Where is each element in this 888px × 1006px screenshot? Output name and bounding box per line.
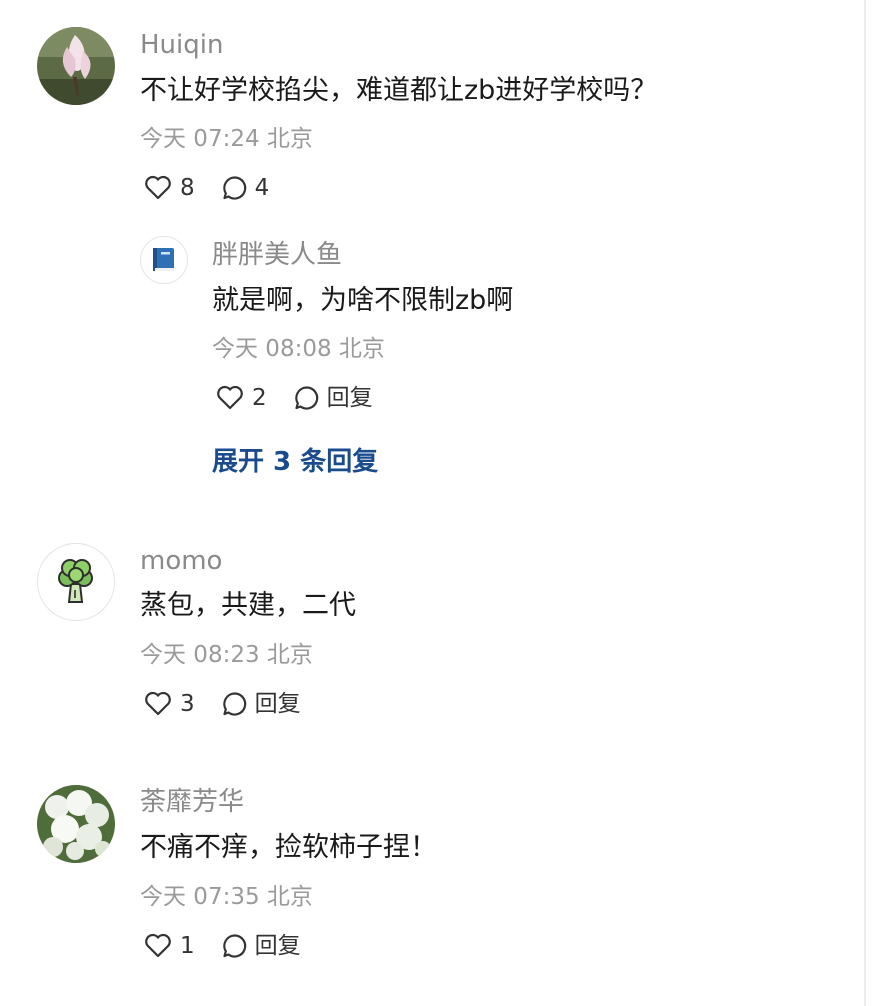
avatar[interactable]	[140, 236, 188, 284]
comment-author[interactable]: Huiqin	[140, 28, 223, 62]
reply-label: 回复	[254, 933, 301, 959]
avatar[interactable]	[37, 785, 115, 863]
like-button[interactable]: 1	[144, 931, 195, 961]
chat-bubble-icon	[294, 386, 318, 410]
chat-bubble-icon	[222, 176, 246, 200]
reply-author[interactable]: 胖胖美人鱼	[212, 238, 342, 272]
broccoli-icon	[58, 559, 93, 603]
blue-book-icon	[153, 248, 174, 271]
comment-actions: 3 回复	[144, 687, 301, 721]
avatar[interactable]	[37, 543, 115, 621]
reply-button[interactable]: 回复	[221, 931, 301, 961]
comment-item: 荼靡芳华 不痛不痒，捡软柿子捏！ 今天 07:35 北京 1 回复	[0, 760, 860, 1006]
comment-author[interactable]: 荼靡芳华	[140, 785, 244, 819]
reply-text: 就是啊，为啥不限制zb啊	[212, 285, 514, 316]
comment-time: 今天 08:23 北京	[140, 642, 313, 668]
like-count: 1	[180, 933, 195, 959]
scroll-edge	[864, 0, 866, 1006]
comment-time: 今天 07:35 北京	[140, 884, 313, 910]
reply-button[interactable]: 回复	[221, 689, 301, 719]
reply-time: 今天 08:08 北京	[212, 336, 385, 362]
reply-count: 4	[254, 175, 270, 201]
avatar[interactable]	[37, 27, 115, 105]
comment-item: Huiqin 不让好学校掐尖，难道都让zb进好学校吗？ 今天 07:24 北京 …	[0, 0, 860, 520]
comment-actions: 1 回复	[144, 929, 301, 963]
like-button[interactable]: 3	[144, 689, 195, 719]
chat-bubble-icon	[222, 692, 246, 716]
comment-item: momo 蒸包，共建，二代 今天 08:23 北京 3 回复	[0, 520, 860, 760]
reply-item: 胖胖美人鱼 就是啊，为啥不限制zb啊 今天 08:08 北京 2 回复	[140, 236, 840, 436]
heart-icon	[145, 933, 171, 958]
reply-button[interactable]: 4	[221, 173, 270, 203]
like-count: 8	[180, 175, 195, 201]
like-count: 3	[180, 691, 195, 717]
comment-text: 不痛不痒，捡软柿子捏！	[140, 832, 437, 863]
comment-actions: 8 4	[144, 171, 269, 205]
magnolia-flower-photo-icon	[37, 27, 115, 105]
comment-author[interactable]: momo	[140, 544, 222, 578]
comment-text: 不让好学校掐尖，难道都让zb进好学校吗？	[140, 75, 658, 106]
reply-actions: 2 回复	[216, 381, 373, 415]
heart-icon	[145, 175, 171, 200]
like-count: 2	[252, 385, 267, 411]
reply-label: 回复	[254, 691, 301, 717]
white-flowers-photo-icon	[37, 785, 115, 863]
heart-icon	[217, 385, 243, 410]
like-button[interactable]: 2	[216, 383, 267, 413]
like-button[interactable]: 8	[144, 173, 195, 203]
comment-text: 蒸包，共建，二代	[140, 590, 356, 621]
heart-icon	[145, 691, 171, 716]
reply-label: 回复	[326, 385, 373, 411]
comment-time: 今天 07:24 北京	[140, 126, 313, 152]
reply-button[interactable]: 回复	[293, 383, 373, 413]
chat-bubble-icon	[222, 934, 246, 958]
expand-replies-link[interactable]: 展开 3 条回复	[212, 445, 378, 479]
